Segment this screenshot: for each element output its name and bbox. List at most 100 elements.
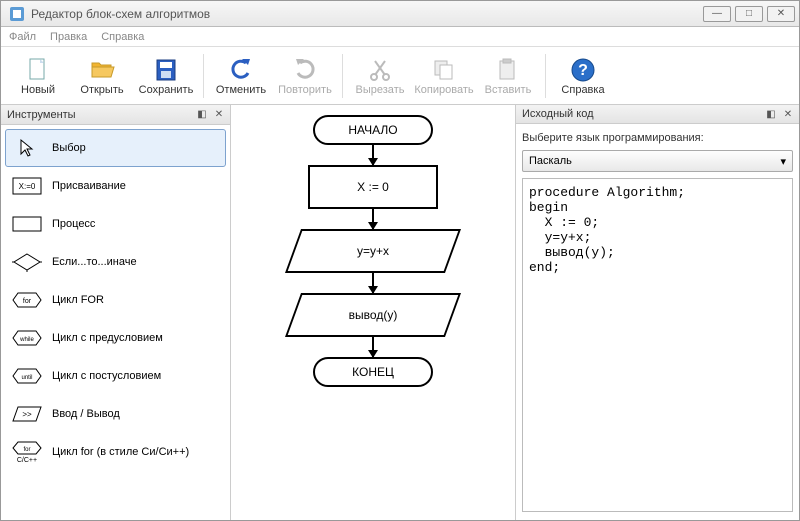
flowchart: НАЧАЛО X := 0 y=y+x вывод(y) КОНЕЦ: [273, 115, 473, 520]
window-title: Редактор блок-схем алгоритмов: [31, 7, 703, 21]
tool-label: Процесс: [52, 218, 95, 230]
flow-arrow: [372, 209, 374, 229]
tool-assignment[interactable]: X:=0 Присваивание: [5, 167, 226, 205]
code-panel-title: Исходный код: [522, 108, 594, 120]
workspace: Инструменты ◧ ✕ Выбор X:=0 Присваивание: [1, 105, 799, 520]
toolbar: Новый Открыть Сохранить Отменить Повтори…: [1, 47, 799, 105]
tool-if[interactable]: Если...то...иначе: [5, 243, 226, 281]
svg-text:C/C++: C/C++: [17, 457, 37, 463]
process-icon: [12, 213, 42, 235]
flow-arrow: [372, 337, 374, 357]
copy-label: Копировать: [414, 84, 473, 96]
undo-icon: [227, 56, 255, 84]
node-process[interactable]: y=y+x: [293, 229, 453, 273]
help-label: Справка: [561, 84, 604, 96]
panel-close-icon[interactable]: ✕: [781, 107, 795, 121]
undock-icon[interactable]: ◧: [764, 107, 778, 121]
node-text: y=y+x: [357, 244, 389, 258]
node-text: НАЧАЛО: [348, 123, 397, 137]
save-label: Сохранить: [139, 84, 194, 96]
decision-icon: [12, 251, 42, 273]
code-panel-header: Исходный код ◧ ✕: [516, 105, 799, 124]
node-start[interactable]: НАЧАЛО: [313, 115, 433, 145]
node-end[interactable]: КОНЕЦ: [313, 357, 433, 387]
tool-cfor[interactable]: for C/C++ Цикл for (в стиле Си/Си++): [5, 433, 226, 471]
new-button[interactable]: Новый: [7, 50, 69, 102]
redo-icon: [291, 56, 319, 84]
menubar: Файл Правка Справка: [1, 27, 799, 47]
close-button[interactable]: ✕: [767, 6, 795, 22]
tool-process[interactable]: Процесс: [5, 205, 226, 243]
node-assign[interactable]: X := 0: [308, 165, 438, 209]
cut-label: Вырезать: [356, 84, 405, 96]
minimize-button[interactable]: —: [703, 6, 731, 22]
tool-until[interactable]: until Цикл с постусловием: [5, 357, 226, 395]
code-output[interactable]: procedure Algorithm; begin X := 0; y=y+x…: [522, 178, 793, 512]
save-button[interactable]: Сохранить: [135, 50, 197, 102]
paste-icon: [494, 56, 522, 84]
language-select[interactable]: Паскаль ▾: [522, 150, 793, 172]
redo-button[interactable]: Повторить: [274, 50, 336, 102]
tool-label: Ввод / Вывод: [52, 408, 120, 420]
tool-label: Присваивание: [52, 180, 126, 192]
redo-label: Повторить: [278, 84, 332, 96]
panel-close-icon[interactable]: ✕: [212, 108, 226, 122]
undock-icon[interactable]: ◧: [195, 108, 209, 122]
copy-icon: [430, 56, 458, 84]
tool-io[interactable]: >> Ввод / Вывод: [5, 395, 226, 433]
open-label: Открыть: [80, 84, 123, 96]
undo-label: Отменить: [216, 84, 266, 96]
svg-text:>>: >>: [22, 410, 32, 419]
svg-text:X:=0: X:=0: [19, 182, 36, 191]
tools-panel: Инструменты ◧ ✕ Выбор X:=0 Присваивание: [1, 105, 231, 520]
svg-text:for: for: [23, 447, 30, 453]
svg-text:until: until: [21, 375, 32, 381]
flow-arrow: [372, 273, 374, 293]
new-file-icon: [24, 56, 52, 84]
save-icon: [152, 56, 180, 84]
undo-button[interactable]: Отменить: [210, 50, 272, 102]
io-icon: >>: [12, 403, 42, 425]
menu-edit[interactable]: Правка: [50, 31, 87, 43]
flow-arrow: [372, 145, 374, 165]
for-loop-icon: for: [12, 289, 42, 311]
node-text: X := 0: [357, 180, 389, 194]
while-loop-icon: while: [12, 327, 42, 349]
node-io[interactable]: вывод(y): [293, 293, 453, 337]
new-label: Новый: [21, 84, 55, 96]
menu-file[interactable]: Файл: [9, 31, 36, 43]
open-button[interactable]: Открыть: [71, 50, 133, 102]
tool-label: Цикл с постусловием: [52, 370, 161, 382]
toolbar-separator: [342, 54, 343, 98]
tool-list: Выбор X:=0 Присваивание Процесс Если...т…: [1, 125, 230, 475]
tool-label: Цикл for (в стиле Си/Си++): [52, 446, 189, 458]
chevron-down-icon: ▾: [780, 155, 786, 168]
cursor-icon: [12, 137, 42, 159]
tool-for[interactable]: for Цикл FOR: [5, 281, 226, 319]
tool-label: Цикл FOR: [52, 294, 104, 306]
tools-panel-title: Инструменты: [7, 109, 76, 121]
svg-text:?: ?: [578, 62, 588, 79]
tool-while[interactable]: while Цикл с предусловием: [5, 319, 226, 357]
until-loop-icon: until: [12, 365, 42, 387]
copy-button[interactable]: Копировать: [413, 50, 475, 102]
svg-text:for: for: [23, 298, 32, 305]
cut-button[interactable]: Вырезать: [349, 50, 411, 102]
node-text: вывод(y): [349, 308, 398, 322]
language-label: Выберите язык программирования:: [522, 132, 793, 144]
titlebar: Редактор блок-схем алгоритмов — □ ✕: [1, 1, 799, 27]
toolbar-separator: [545, 54, 546, 98]
maximize-button[interactable]: □: [735, 6, 763, 22]
assignment-icon: X:=0: [12, 175, 42, 197]
tool-select[interactable]: Выбор: [5, 129, 226, 167]
help-button[interactable]: ? Справка: [552, 50, 614, 102]
tool-label: Цикл с предусловием: [52, 332, 163, 344]
tools-panel-header: Инструменты ◧ ✕: [1, 105, 230, 125]
language-selected: Паскаль: [529, 155, 572, 167]
tool-label: Если...то...иначе: [52, 256, 137, 268]
canvas[interactable]: НАЧАЛО X := 0 y=y+x вывод(y) КОНЕЦ: [231, 105, 515, 520]
help-icon: ?: [569, 56, 597, 84]
paste-button[interactable]: Вставить: [477, 50, 539, 102]
code-panel: Исходный код ◧ ✕ Выберите язык программи…: [515, 105, 799, 520]
menu-help[interactable]: Справка: [101, 31, 144, 43]
